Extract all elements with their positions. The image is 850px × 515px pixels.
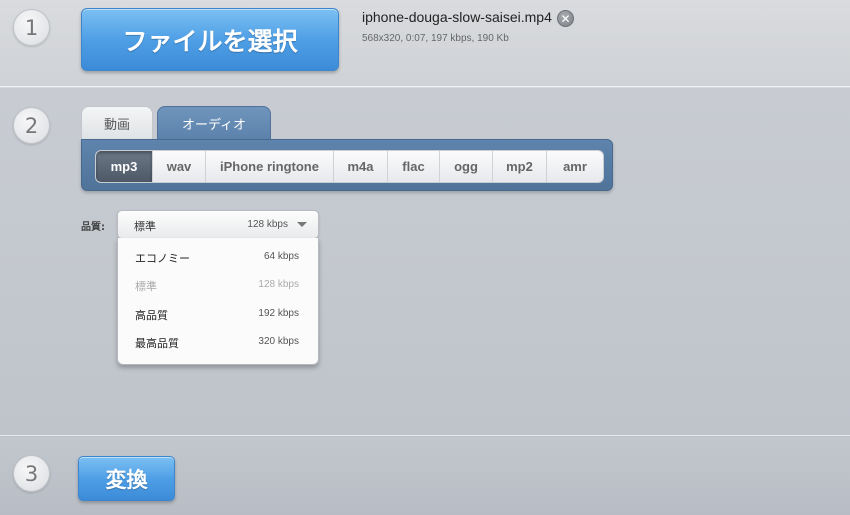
step-number-1: 1 xyxy=(13,9,50,46)
option-rate: 128 kbps xyxy=(258,279,299,290)
quality-dropdown: エコノミー 64 kbps 標準 128 kbps 高品質 192 kbps 最… xyxy=(117,238,319,365)
quality-option-best[interactable]: 最高品質 320 kbps xyxy=(118,329,318,357)
format-ogg[interactable]: ogg xyxy=(440,151,493,182)
choose-file-button[interactable]: ファイルを選択 xyxy=(81,8,339,71)
tab-audio[interactable]: オーディオ xyxy=(157,106,271,140)
convert-button[interactable]: 変換 xyxy=(78,456,175,501)
chevron-down-icon xyxy=(297,222,307,227)
option-label: エコノミー xyxy=(135,252,190,265)
format-amr[interactable]: amr xyxy=(547,151,603,182)
format-bar: mp3 wav iPhone ringtone m4a flac ogg mp2… xyxy=(95,150,604,183)
quality-option-high[interactable]: 高品質 192 kbps xyxy=(118,301,318,329)
tab-video[interactable]: 動画 xyxy=(81,106,153,140)
quality-select[interactable]: 標準 128 kbps xyxy=(117,210,319,239)
option-rate: 192 kbps xyxy=(258,308,299,319)
format-mp2[interactable]: mp2 xyxy=(493,151,547,182)
format-panel: mp3 wav iPhone ringtone m4a flac ogg mp2… xyxy=(81,139,613,191)
step-2-row: 2 動画 オーディオ mp3 wav iPhone ringtone m4a f… xyxy=(0,88,850,436)
step-number-3: 3 xyxy=(13,455,50,492)
quality-label: 品質: xyxy=(81,222,105,233)
remove-file-icon[interactable]: ✕ xyxy=(557,10,574,27)
format-mp3[interactable]: mp3 xyxy=(96,151,153,182)
option-label: 最高品質 xyxy=(135,337,179,350)
step-3-row: 3 変換 xyxy=(0,437,850,515)
option-rate: 320 kbps xyxy=(258,336,299,347)
quality-option-economy[interactable]: エコノミー 64 kbps xyxy=(118,244,318,272)
quality-option-standard: 標準 128 kbps xyxy=(118,272,318,300)
step-1-row: 1 ファイルを選択 iphone-douga-slow-saisei.mp4 ✕… xyxy=(0,0,850,87)
option-rate: 64 kbps xyxy=(263,251,299,262)
option-label: 標準 xyxy=(135,280,157,293)
option-label: 高品質 xyxy=(135,309,168,322)
file-name: iphone-douga-slow-saisei.mp4 xyxy=(362,9,552,25)
quality-selected-label: 標準 xyxy=(134,220,156,233)
step-number-2: 2 xyxy=(13,107,50,144)
format-flac[interactable]: flac xyxy=(388,151,440,182)
format-iphone-ringtone[interactable]: iPhone ringtone xyxy=(206,151,334,182)
format-wav[interactable]: wav xyxy=(153,151,206,182)
file-meta: 568x320, 0:07, 197 kbps, 190 Kb xyxy=(362,33,509,44)
format-m4a[interactable]: m4a xyxy=(334,151,388,182)
quality-selected-rate: 128 kbps xyxy=(247,219,288,230)
